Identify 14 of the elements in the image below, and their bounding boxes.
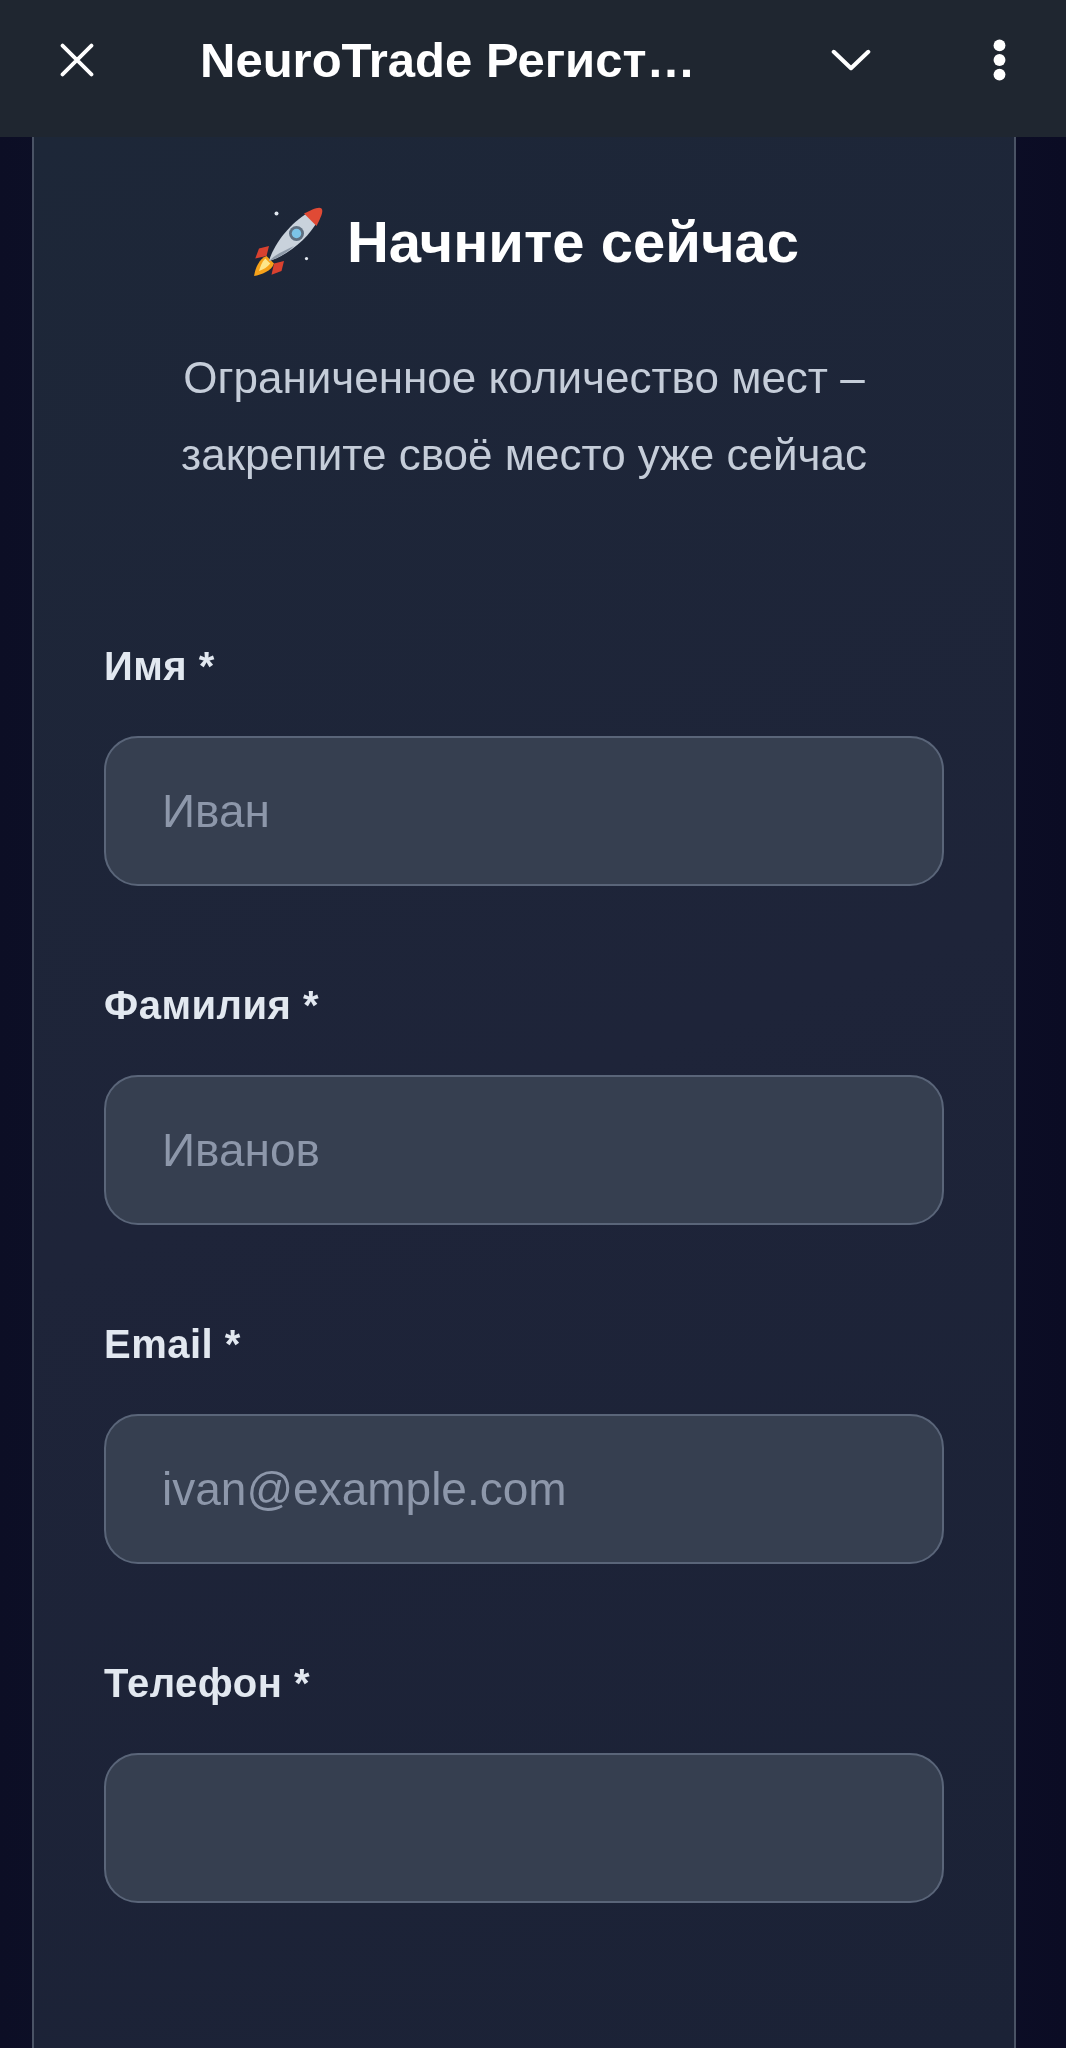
chevron-down-icon[interactable] <box>831 48 871 71</box>
page-title: NeuroTrade Регист… <box>200 31 696 88</box>
field-label: Фамилия * <box>104 982 320 1029</box>
input-field[interactable]: Иван <box>104 736 944 886</box>
input-field[interactable]: Иванов <box>104 1075 944 1225</box>
form-heading: Начните сейчас <box>346 207 800 275</box>
form-subtitle: Ограниченное количество мест – закрепите своё место уже сейчас <box>180 352 868 481</box>
input-field[interactable] <box>104 1753 944 1903</box>
field-label: Телефон * <box>104 1660 311 1707</box>
field-label: Email * <box>104 1321 241 1368</box>
field-label: Имя * <box>104 643 215 690</box>
close-icon[interactable] <box>60 42 94 77</box>
more-menu-icon[interactable] <box>993 38 1006 81</box>
input-field[interactable]: ivan@example.com <box>104 1414 944 1564</box>
